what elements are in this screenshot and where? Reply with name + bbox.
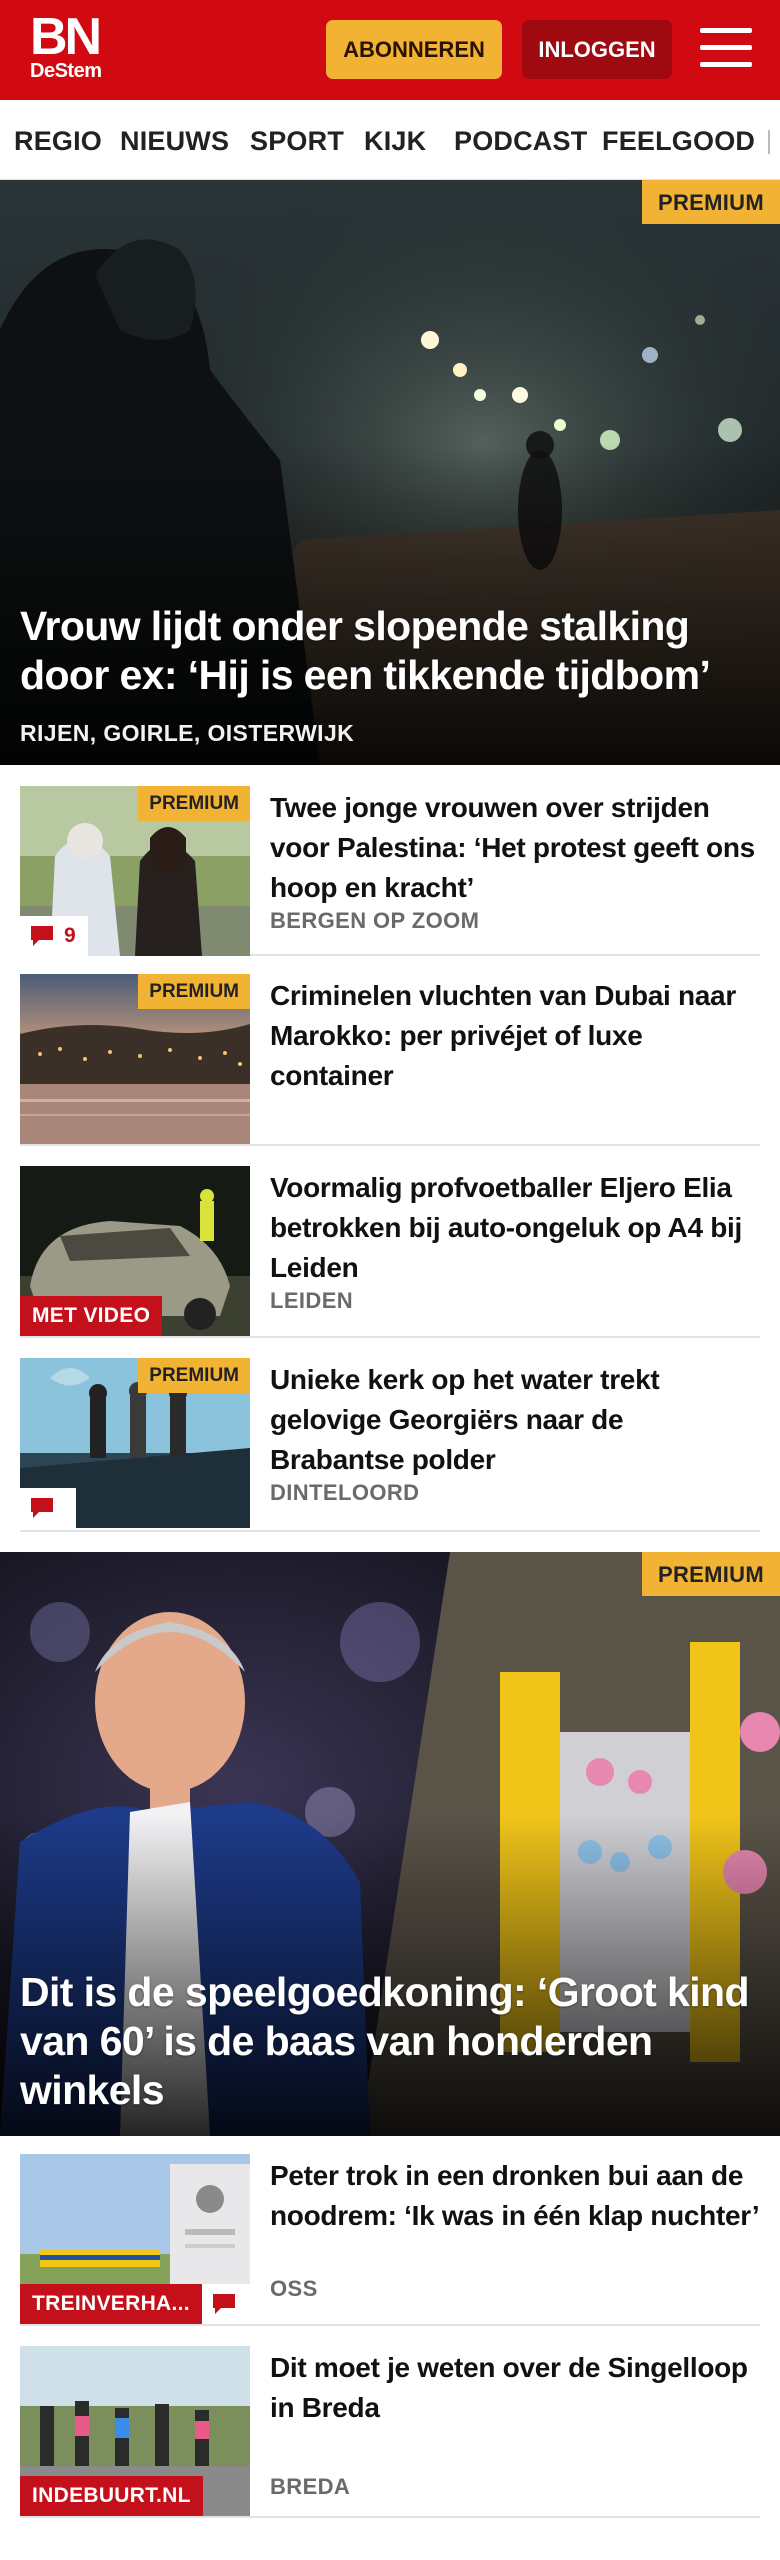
hero-location: RIJEN, GOIRLE, OISTERWIJK xyxy=(20,720,355,746)
list-item[interactable]: MET VIDEO Voormalig profvoetballer Eljer… xyxy=(20,1148,760,1338)
hero-article-speelgoedkoning[interactable]: PREMIUM Dit is de speelgoedkoning: ‘Groo… xyxy=(0,1552,780,2136)
article-location: DINTELOORD xyxy=(270,1480,420,1505)
subscribe-button[interactable]: ABONNEREN xyxy=(326,20,502,79)
hero-title[interactable]: Vrouw lijdt onder slopende stalking door… xyxy=(20,602,750,700)
nav-item-sport[interactable]: SPORT xyxy=(250,126,344,157)
site-logo[interactable]: BN DeStem xyxy=(30,8,102,82)
premium-badge: PREMIUM xyxy=(138,1358,250,1393)
premium-badge: PREMIUM xyxy=(138,974,250,1009)
premium-badge: PREMIUM xyxy=(642,180,780,224)
nav-overflow-divider xyxy=(768,130,770,154)
list-item[interactable]: PREMIUM Unieke kerk op het water trekt g… xyxy=(20,1340,760,1532)
list-item[interactable]: INDEBUURT.NL Dit moet je weten over de S… xyxy=(20,2328,760,2518)
comment-count[interactable]: 9 xyxy=(20,916,88,956)
list-item[interactable]: PREMIUM Criminelen vluchten van Dubai na… xyxy=(20,956,760,1146)
site-header: BN DeStem ABONNEREN INLOGGEN xyxy=(0,0,780,100)
article-thumbnail: PREMIUM 9 xyxy=(20,786,250,956)
login-button[interactable]: INLOGGEN xyxy=(522,20,672,79)
nav-item-kijk[interactable]: KIJK xyxy=(364,126,426,157)
article-title[interactable]: Unieke kerk op het water trekt gelovige … xyxy=(270,1360,760,1480)
premium-badge: PREMIUM xyxy=(138,786,250,821)
article-thumbnail: PREMIUM xyxy=(20,974,250,1144)
list-item[interactable]: PREMIUM 9 Twee jonge vrouwen over strijd… xyxy=(20,768,760,956)
article-thumbnail: PREMIUM xyxy=(20,1358,250,1528)
list-item[interactable]: TREINVERHA... Peter trok in een dronken … xyxy=(20,2136,760,2326)
nav-item-regio[interactable]: REGIO xyxy=(14,126,102,157)
article-location: BERGEN OP ZOOM xyxy=(270,908,480,933)
article-title[interactable]: Twee jonge vrouwen over strijden voor Pa… xyxy=(270,788,760,908)
article-location: LEIDEN xyxy=(270,1288,354,1313)
category-tag: INDEBUURT.NL xyxy=(20,2476,203,2516)
comment-count-value: 9 xyxy=(64,924,76,947)
comment-icon xyxy=(213,2294,235,2314)
hero-article-stalking[interactable]: PREMIUM Vrouw lijdt onder slopende stalk… xyxy=(0,180,780,765)
article-location: OSS xyxy=(270,2276,318,2301)
logo-sub: DeStem xyxy=(30,60,102,82)
article-thumbnail: TREINVERHA... xyxy=(20,2154,250,2324)
category-tag: TREINVERHA... xyxy=(20,2284,202,2324)
nav-item-podcast[interactable]: PODCAST xyxy=(454,126,587,157)
article-title[interactable]: Voormalig profvoetballer Eljero Elia bet… xyxy=(270,1168,760,1288)
article-title[interactable]: Criminelen vluchten van Dubai naar Marok… xyxy=(270,976,760,1096)
premium-badge: PREMIUM xyxy=(642,1552,780,1596)
article-thumbnail: INDEBUURT.NL xyxy=(20,2346,250,2516)
section-nav: REGIO NIEUWS SPORT KIJK PODCAST FEELGOOD xyxy=(0,100,780,180)
nav-item-feelgood[interactable]: FEELGOOD xyxy=(602,126,755,157)
comment-icon xyxy=(31,926,53,946)
article-title[interactable]: Peter trok in een dronken bui aan de noo… xyxy=(270,2156,760,2236)
comment-count[interactable] xyxy=(20,1488,76,1528)
article-title[interactable]: Dit moet je weten over de Singelloop in … xyxy=(270,2348,760,2428)
video-tag: MET VIDEO xyxy=(20,1296,163,1336)
hamburger-menu-icon[interactable] xyxy=(700,26,752,72)
comment-icon xyxy=(31,1498,53,1518)
logo-main: BN xyxy=(30,8,102,66)
comment-count[interactable] xyxy=(202,2284,250,2324)
nav-item-nieuws[interactable]: NIEUWS xyxy=(120,126,229,157)
article-thumbnail: MET VIDEO xyxy=(20,1166,250,1336)
article-location: BREDA xyxy=(270,2474,351,2499)
hero-title[interactable]: Dit is de speelgoedkoning: ‘Groot kind v… xyxy=(20,1968,750,2115)
